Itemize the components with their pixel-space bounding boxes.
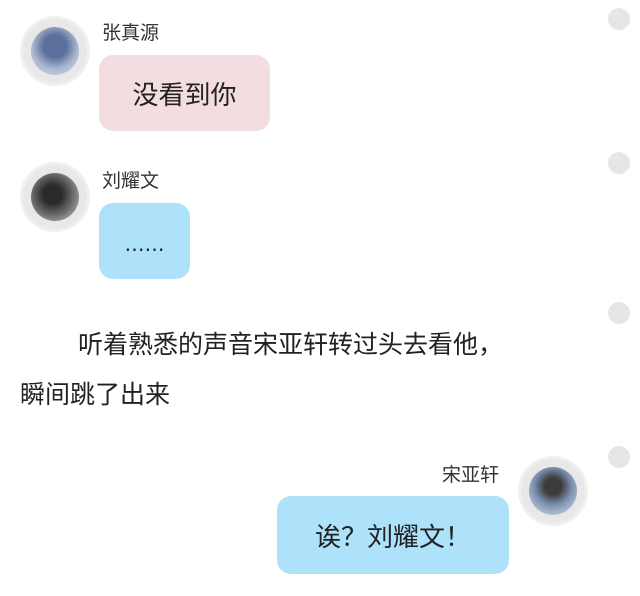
option-dot-icon[interactable]: [608, 8, 630, 30]
option-dot-icon[interactable]: [608, 152, 630, 174]
sender-name: 刘耀文: [102, 170, 160, 192]
message-bubble[interactable]: 没看到你: [99, 55, 270, 131]
avatar[interactable]: [518, 456, 588, 526]
sender-name: 张真源: [102, 22, 160, 44]
sender-name: 宋亚轩: [442, 464, 500, 486]
avatar[interactable]: [20, 162, 90, 232]
narration-line: 听着熟悉的声音宋亚轩转过头去看他，: [78, 330, 504, 359]
option-dot-icon[interactable]: [608, 446, 630, 468]
message-bubble[interactable]: 诶？刘耀文！: [277, 496, 509, 574]
avatar[interactable]: [20, 16, 90, 86]
narration-text: 听着熟悉的声音宋亚轩转过头去看他， 瞬间跳了出来: [20, 320, 620, 420]
message-bubble[interactable]: ……: [99, 203, 190, 279]
narration-line: 瞬间跳了出来: [20, 380, 171, 409]
